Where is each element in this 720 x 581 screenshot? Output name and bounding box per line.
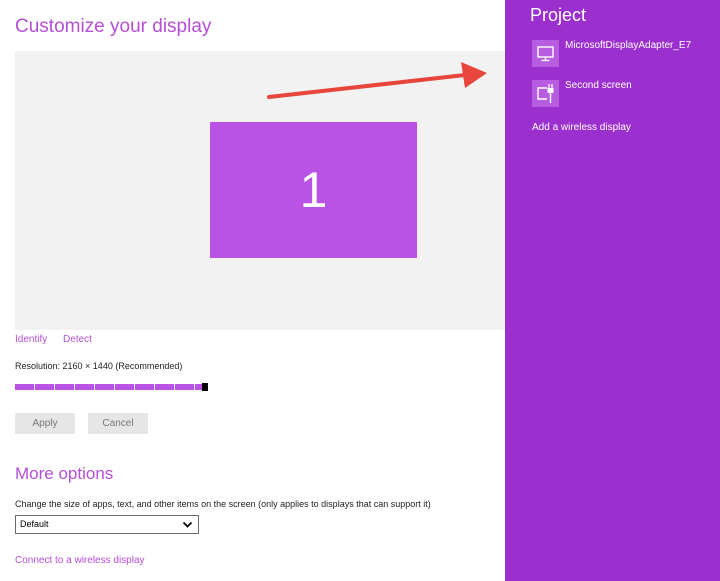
page: Customize your display 1 Identify Detect… xyxy=(0,0,720,581)
device-label: MicrosoftDisplayAdapter_E7 xyxy=(565,40,692,51)
resolution-slider-thumb[interactable] xyxy=(202,383,208,391)
display-links: Identify Detect xyxy=(15,334,105,345)
resolution-slider[interactable] xyxy=(15,383,214,391)
project-panel: Project MicrosoftDisplayAdapter_E7 Secon… xyxy=(505,0,720,581)
panel-title: Project xyxy=(530,5,587,25)
connect-wireless-link[interactable]: Connect to a wireless display xyxy=(15,555,145,566)
add-wireless-display-link[interactable]: Add a wireless display xyxy=(532,122,631,133)
resolution-label: Resolution: 2160 × 1440 (Recommended) xyxy=(15,361,183,371)
chevron-down-icon xyxy=(182,521,193,528)
device-item-second-screen[interactable]: Second screen xyxy=(532,80,717,108)
device-label: Second screen xyxy=(565,80,632,91)
second-screen-icon xyxy=(532,80,559,107)
identify-link[interactable]: Identify xyxy=(15,334,47,345)
cancel-button[interactable]: Cancel xyxy=(88,413,148,434)
more-options-heading: More options xyxy=(15,464,114,483)
size-select-value: Default xyxy=(20,519,49,529)
red-arrow-annotation xyxy=(267,62,487,99)
page-title: Customize your display xyxy=(15,16,212,37)
apply-button[interactable]: Apply xyxy=(15,413,75,434)
size-description: Change the size of apps, text, and other… xyxy=(15,499,431,509)
detect-link[interactable]: Detect xyxy=(63,334,92,345)
device-item-display-adapter[interactable]: MicrosoftDisplayAdapter_E7 xyxy=(532,40,717,68)
resolution-slider-track xyxy=(15,384,202,390)
monitor-1-tile[interactable]: 1 xyxy=(210,122,417,258)
monitor-icon xyxy=(532,40,559,67)
size-select[interactable]: Default xyxy=(15,515,199,534)
